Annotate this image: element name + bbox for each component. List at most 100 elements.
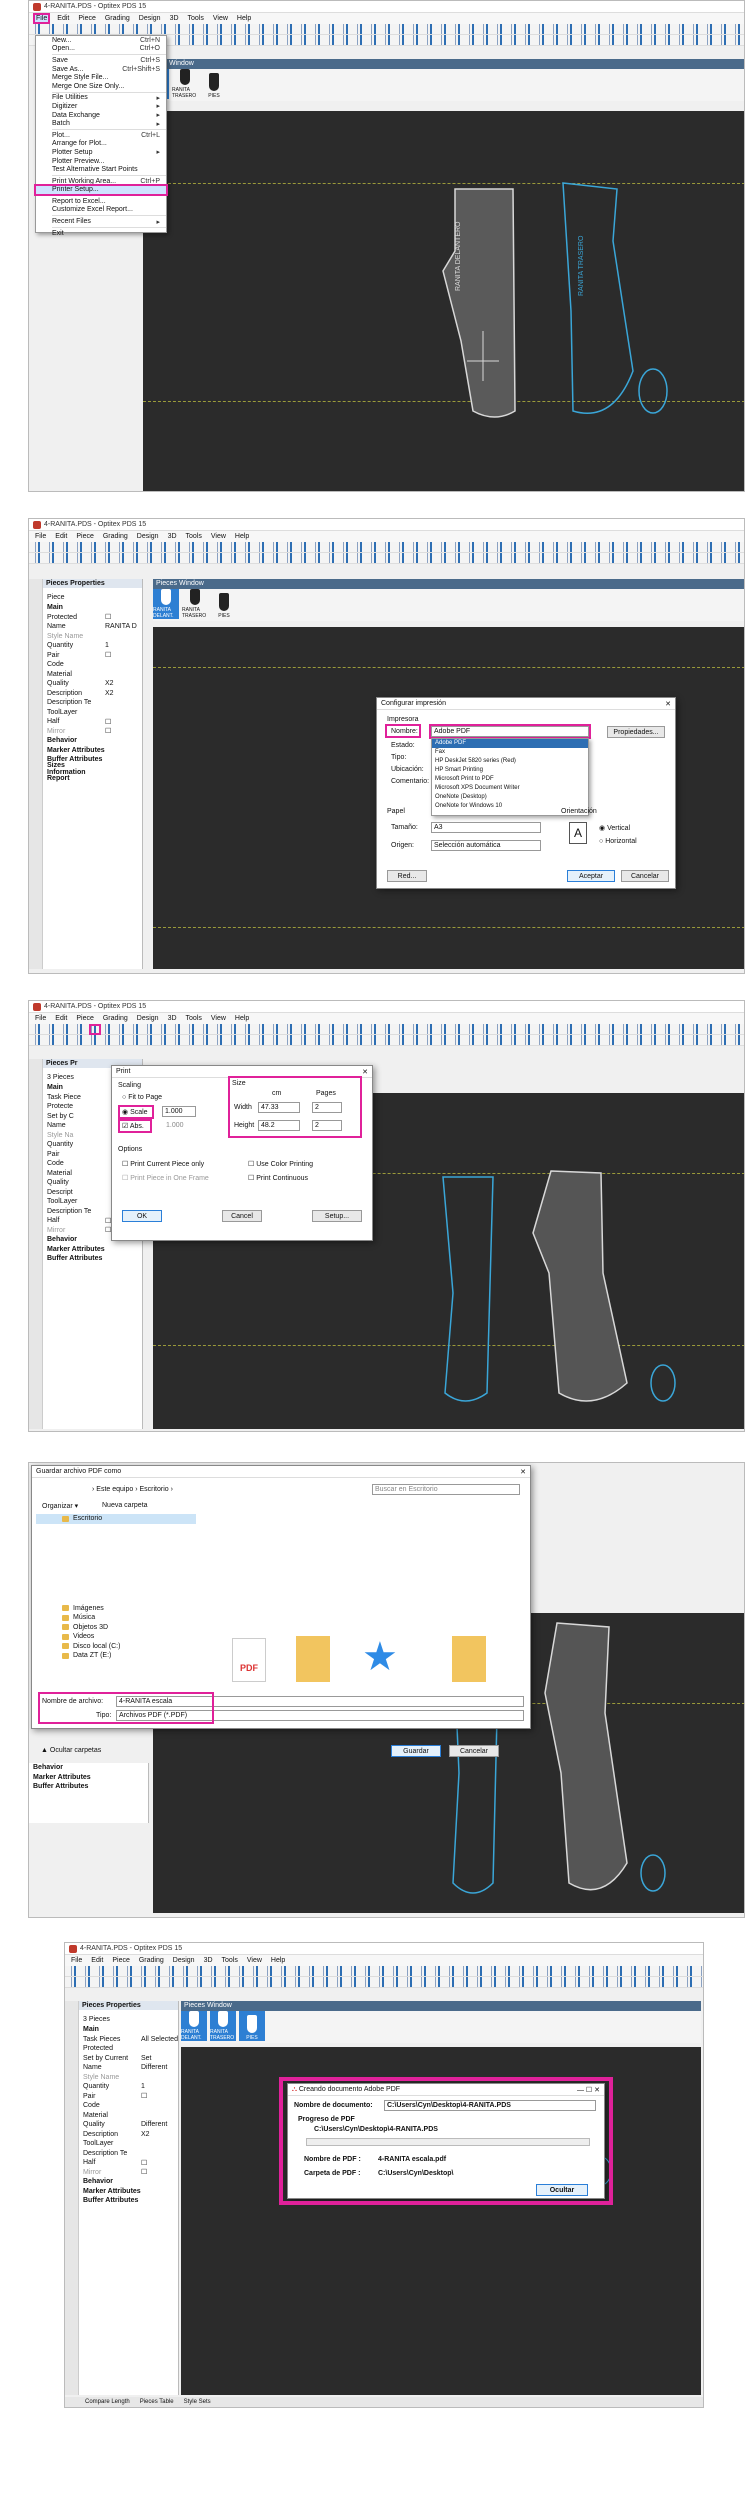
thumb-ranita-trasero[interactable]: RANITA TRASERO: [172, 69, 198, 99]
setup-button[interactable]: Setup...: [312, 1210, 362, 1222]
printer-option[interactable]: Microsoft Print to PDF: [432, 775, 588, 784]
toolbar-row[interactable]: [29, 553, 744, 564]
property-row[interactable]: Behavior: [29, 1763, 148, 1773]
piece-pies[interactable]: [638, 368, 668, 414]
file-menu-item[interactable]: New... Ctrl+N: [36, 36, 166, 45]
menu-help[interactable]: Help: [235, 533, 249, 540]
work-canvas[interactable]: RANITA DELANTERO RANITA TRASERO: [143, 111, 744, 491]
property-row[interactable]: Marker Attributes: [43, 1245, 142, 1255]
toolbar-row[interactable]: [65, 1966, 703, 1977]
side-tabs[interactable]: [29, 1059, 43, 1429]
property-row[interactable]: Quality Different: [79, 2120, 178, 2130]
printer-option[interactable]: Microsoft XPS Document Writer: [432, 784, 588, 793]
pieces-table-tab[interactable]: Pieces Table: [140, 2399, 174, 2405]
menu-piece[interactable]: Piece: [76, 1015, 94, 1022]
printer-option[interactable]: OneNote (Desktop): [432, 793, 588, 802]
property-value[interactable]: ☐: [105, 613, 142, 621]
property-row[interactable]: Behavior: [43, 736, 142, 746]
cancel-button[interactable]: Cancelar: [449, 1745, 499, 1757]
property-row[interactable]: Buffer Attributes: [29, 1782, 148, 1792]
scale-input[interactable]: 1.000: [162, 1106, 196, 1117]
menu-view[interactable]: View: [211, 533, 226, 540]
property-row[interactable]: Material: [79, 2111, 178, 2121]
thumb-ranita-trasero[interactable]: RANITA TRASERO: [210, 2011, 236, 2041]
property-row[interactable]: Half ☐: [79, 2158, 178, 2168]
property-value[interactable]: X2: [141, 2131, 178, 2138]
network-button[interactable]: Red...: [387, 870, 427, 882]
cancel-button[interactable]: Cancelar: [621, 870, 669, 882]
menu-design[interactable]: Design: [137, 1015, 159, 1022]
new-folder-button[interactable]: Nueva carpeta: [102, 1502, 148, 1509]
cancel-button[interactable]: Cancel: [222, 1210, 262, 1222]
menu-3d[interactable]: 3D: [168, 1015, 177, 1022]
vertical-radio[interactable]: ◉ Vertical: [599, 824, 630, 832]
menu-grading[interactable]: Grading: [139, 1957, 164, 1964]
toolbar-row[interactable]: [29, 542, 744, 553]
file-menu-item[interactable]: Print Working Area... Ctrl+P: [36, 177, 166, 186]
property-row[interactable]: Task Pieces All Selected: [79, 2035, 178, 2045]
menu-design[interactable]: Design: [173, 1957, 195, 1964]
menu-help[interactable]: Help: [237, 15, 251, 22]
compare-length-tab[interactable]: Compare Length: [85, 2399, 130, 2405]
piece-pies[interactable]: [640, 1854, 666, 1892]
property-row[interactable]: Description X2: [79, 2130, 178, 2140]
thumb-ranita-delantero[interactable]: RANITA DELANT.: [153, 589, 179, 619]
property-row[interactable]: Protected: [79, 2044, 178, 2054]
property-value[interactable]: X2: [105, 690, 142, 697]
file-menu-item[interactable]: Merge One Size Only...: [36, 82, 166, 91]
toolbar-row[interactable]: [65, 1977, 703, 1988]
menu-3d[interactable]: 3D: [170, 15, 179, 22]
property-value[interactable]: X2: [105, 680, 142, 687]
property-row[interactable]: Pair ☐: [79, 2092, 178, 2102]
property-value[interactable]: Different: [141, 2121, 178, 2128]
menu-help[interactable]: Help: [271, 1957, 285, 1964]
file-menu-item[interactable]: File Utilities ▸: [36, 94, 166, 103]
printer-option[interactable]: HP DeskJet 5820 series (Red): [432, 757, 588, 766]
fit-to-page-radio[interactable]: ○ Fit to Page: [122, 1094, 162, 1101]
star-icon[interactable]: ★: [362, 1634, 398, 1680]
property-row[interactable]: Style Name: [43, 632, 142, 642]
property-row[interactable]: Name RANITA D: [43, 622, 142, 632]
thumb-pies[interactable]: PIES: [201, 69, 227, 99]
property-row[interactable]: Sizes Information: [43, 762, 142, 776]
organize-button[interactable]: Organizar ▾: [42, 1502, 78, 1510]
property-row[interactable]: Buffer Attributes: [43, 1254, 142, 1264]
toolbar-row[interactable]: [29, 1035, 744, 1046]
property-row[interactable]: ToolLayer: [43, 708, 142, 718]
property-row[interactable]: Mirror ☐: [79, 2168, 178, 2178]
property-value[interactable]: ☐: [105, 718, 142, 726]
source-select[interactable]: Selección automática: [431, 840, 541, 851]
menu-view[interactable]: View: [213, 15, 228, 22]
property-row[interactable]: Buffer Attributes: [79, 2196, 178, 2206]
property-row[interactable]: Quality X2: [43, 679, 142, 689]
menu-piece[interactable]: Piece: [112, 1957, 130, 1964]
toolbar-row[interactable]: [29, 1024, 744, 1035]
file-menu-item[interactable]: Plot... Ctrl+L: [36, 131, 166, 140]
folder-tree-item[interactable]: Imágenes: [36, 1604, 196, 1614]
menu-file[interactable]: File: [32, 13, 51, 24]
property-row[interactable]: Style Name: [79, 2073, 178, 2083]
file-menu-item[interactable]: Open... Ctrl+O: [36, 45, 166, 54]
file-menu-item[interactable]: Merge Style File...: [36, 73, 166, 82]
menu-piece[interactable]: Piece: [78, 15, 96, 22]
piece-ranita-delantero[interactable]: [442, 1176, 494, 1402]
file-menu-item[interactable]: Save As... Ctrl+Shift+S: [36, 65, 166, 74]
piece-ranita-trasero[interactable]: [562, 182, 634, 414]
print-continuous-checkbox[interactable]: ☐ Print Continuous: [248, 1174, 308, 1182]
thumb-ranita-delantero[interactable]: RANITA DELANT.: [181, 2011, 207, 2041]
property-row[interactable]: Quantity 1: [43, 641, 142, 651]
folder-tree-item[interactable]: Videos: [36, 1632, 196, 1642]
menu-3d[interactable]: 3D: [204, 1957, 213, 1964]
menu-grading[interactable]: Grading: [103, 533, 128, 540]
menu-3d[interactable]: 3D: [168, 533, 177, 540]
thumb-ranita-trasero[interactable]: RANITA TRASERO: [182, 589, 208, 619]
menu-file[interactable]: File: [35, 533, 46, 540]
file-menu-item[interactable]: Save Ctrl+S: [36, 56, 166, 65]
property-row[interactable]: Marker Attributes: [29, 1773, 148, 1783]
print-current-piece-checkbox[interactable]: ☐ Print Current Piece only: [122, 1160, 204, 1168]
folder-tree-item[interactable]: Objetos 3D: [36, 1623, 196, 1633]
menu-tools[interactable]: Tools: [186, 1015, 202, 1022]
file-menu-item[interactable]: Plotter Setup ▸: [36, 148, 166, 157]
thumb-pies[interactable]: PIES: [211, 589, 237, 619]
close-icon[interactable]: ✕: [665, 700, 671, 708]
